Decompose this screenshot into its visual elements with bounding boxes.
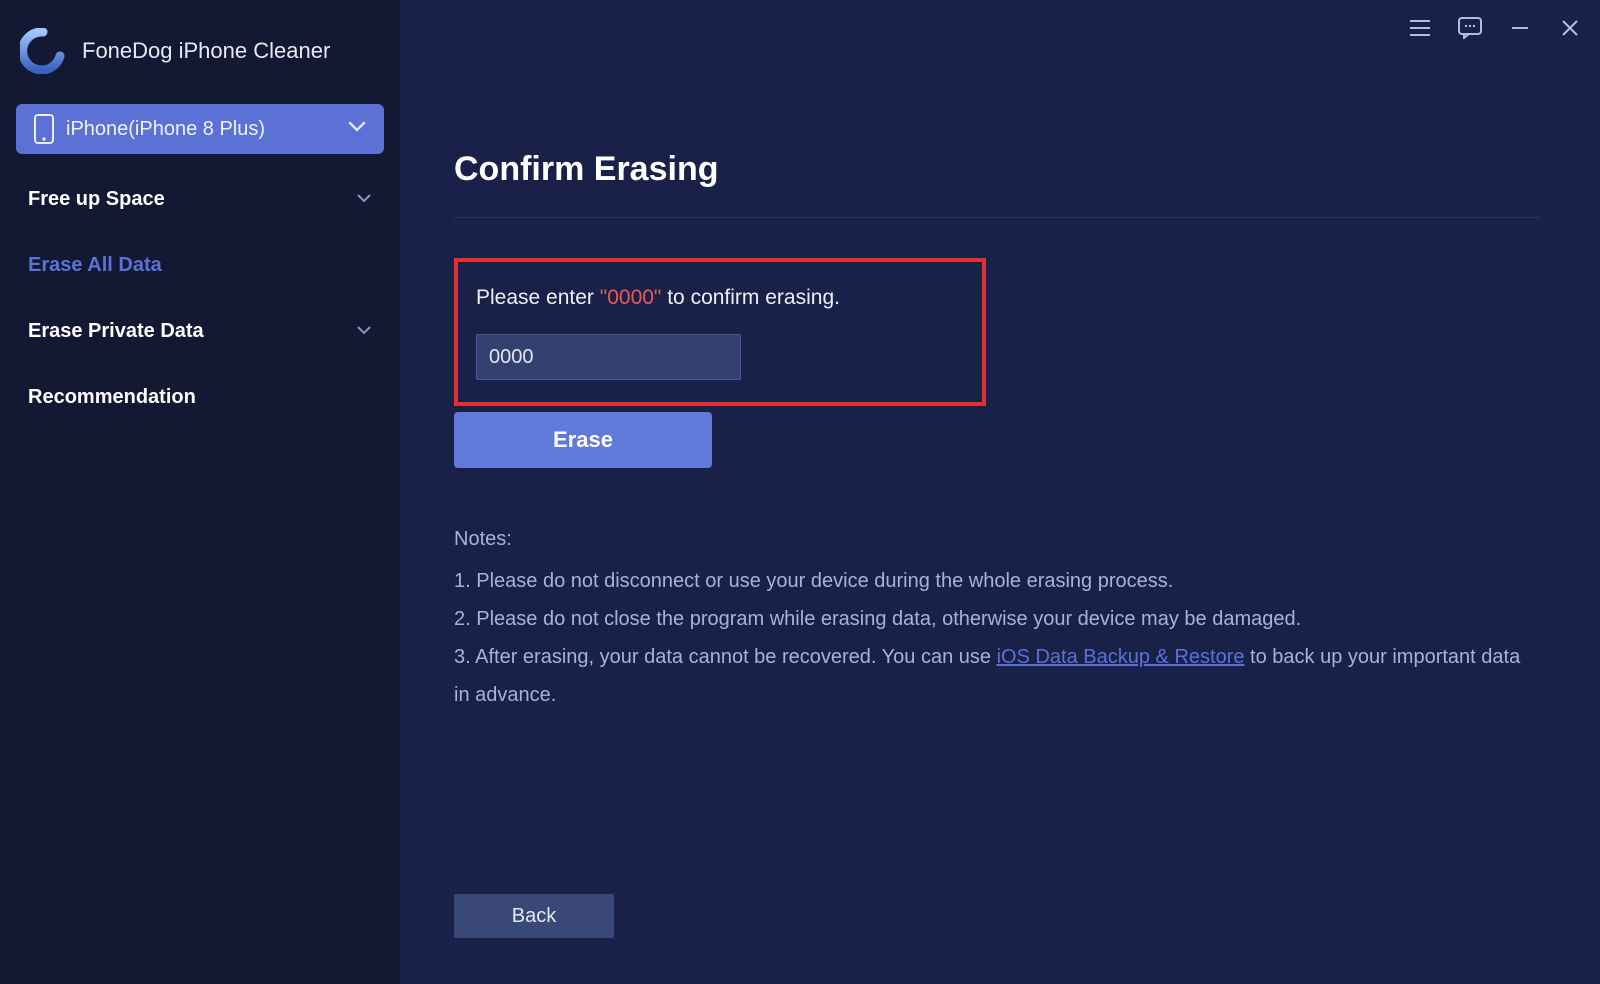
note-line-2: 2. Please do not close the program while… <box>454 600 1540 638</box>
menu-icon[interactable] <box>1408 16 1432 40</box>
titlebar-controls <box>1408 16 1582 40</box>
feedback-icon[interactable] <box>1458 16 1482 40</box>
note-line-3: 3. After erasing, your data cannot be re… <box>454 638 1540 714</box>
app-logo-icon <box>20 28 66 74</box>
notes-heading: Notes: <box>454 520 1540 558</box>
sidebar: FoneDog iPhone Cleaner iPhone(iPhone 8 P… <box>0 0 400 984</box>
instruction-suffix: to confirm erasing. <box>661 286 840 309</box>
page-title: Confirm Erasing <box>454 150 1540 189</box>
sidebar-item-recommendation[interactable]: Recommendation <box>16 364 384 430</box>
instruction-text: Please enter "0000" to confirm erasing. <box>476 286 964 310</box>
erase-button[interactable]: Erase <box>454 412 712 468</box>
device-selector[interactable]: iPhone(iPhone 8 Plus) <box>16 104 384 154</box>
sidebar-item-label: Erase Private Data <box>28 320 204 343</box>
logo-row: FoneDog iPhone Cleaner <box>16 20 384 104</box>
sidebar-item-label: Erase All Data <box>28 254 162 277</box>
app-title: FoneDog iPhone Cleaner <box>82 38 330 64</box>
sidebar-item-erase-private-data[interactable]: Erase Private Data <box>16 298 384 364</box>
note3-prefix: 3. After erasing, your data cannot be re… <box>454 646 997 668</box>
main-panel: Confirm Erasing Please enter "0000" to c… <box>400 0 1600 984</box>
close-icon[interactable] <box>1558 16 1582 40</box>
content: Confirm Erasing Please enter "0000" to c… <box>400 0 1600 714</box>
chevron-down-icon <box>356 190 372 208</box>
phone-icon <box>34 114 54 144</box>
chevron-down-icon <box>348 120 366 138</box>
sidebar-item-free-up-space[interactable]: Free up Space <box>16 166 384 232</box>
chevron-down-icon <box>356 322 372 340</box>
confirm-highlight-box: Please enter "0000" to confirm erasing. <box>454 258 986 406</box>
instruction-code: "0000" <box>600 286 662 309</box>
back-button[interactable]: Back <box>454 894 614 938</box>
note-line-1: 1. Please do not disconnect or use your … <box>454 562 1540 600</box>
confirm-code-input[interactable] <box>476 334 741 380</box>
minimize-icon[interactable] <box>1508 16 1532 40</box>
ios-backup-restore-link[interactable]: iOS Data Backup & Restore <box>997 646 1245 668</box>
sidebar-item-erase-all-data[interactable]: Erase All Data <box>16 232 384 298</box>
instruction-prefix: Please enter <box>476 286 600 309</box>
divider <box>454 217 1540 218</box>
sidebar-item-label: Recommendation <box>28 386 196 409</box>
notes-section: Notes: 1. Please do not disconnect or us… <box>454 520 1540 714</box>
sidebar-item-label: Free up Space <box>28 188 165 211</box>
device-label: iPhone(iPhone 8 Plus) <box>66 118 348 141</box>
